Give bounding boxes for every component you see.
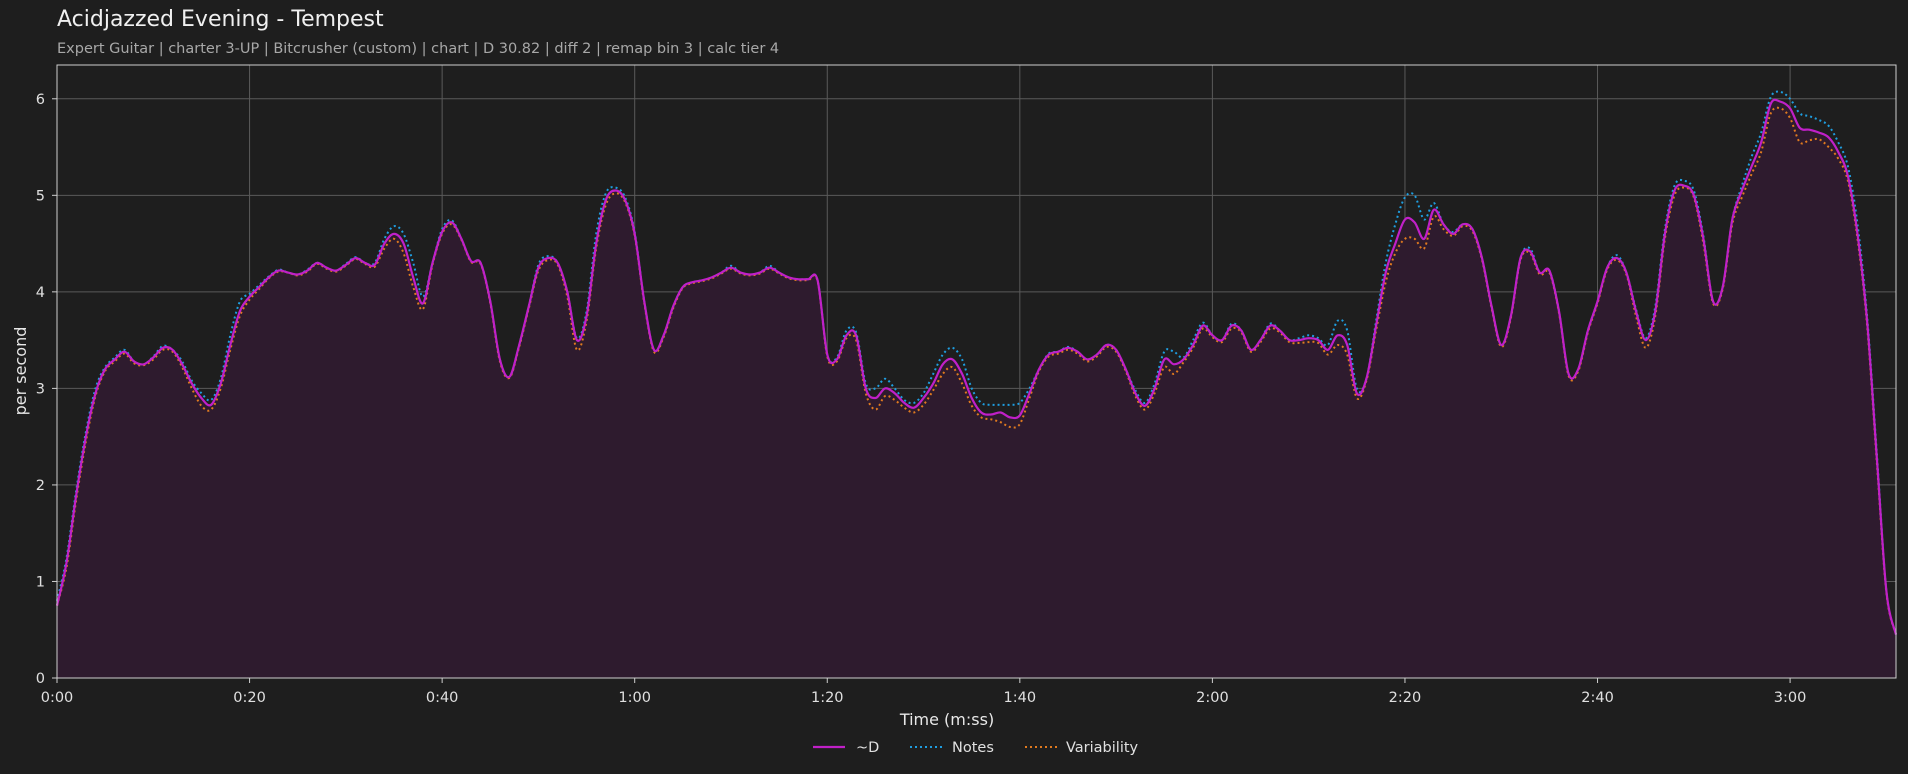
y-tick-label: 3: [36, 381, 45, 397]
x-axis-label: Time (m:ss): [899, 710, 994, 729]
x-tick-label: 2:40: [1581, 690, 1614, 706]
legend-label-d: ~D: [856, 740, 879, 756]
y-tick-label: 1: [36, 574, 45, 590]
x-tick-label: 3:00: [1774, 690, 1807, 706]
legend-label-notes: Notes: [952, 740, 994, 756]
x-tick-label: 1:00: [618, 690, 651, 706]
x-tick-label: 0:00: [41, 690, 74, 706]
y-axis-label: per second: [11, 327, 30, 416]
y-tick-label: 5: [36, 188, 45, 204]
y-tick-label: 4: [36, 285, 45, 301]
x-tick-label: 1:40: [1004, 690, 1037, 706]
y-tick-label: 2: [36, 478, 45, 494]
legend: ~D Notes Variability: [813, 740, 1139, 756]
x-tick-label: 1:20: [811, 690, 844, 706]
legend-label-variability: Variability: [1066, 740, 1139, 756]
x-tick-label: 0:20: [233, 690, 266, 706]
x-axis-ticks: 0:00 0:20 0:40 1:00 1:20 1:40 2:00 2:20 2:40 3:00: [41, 678, 1807, 706]
y-tick-label: 6: [36, 92, 45, 108]
chart-canvas: 0:00 0:20 0:40 1:00 1:20 1:40 2:00 2:20 2:40 3:00…: [11, 64, 1898, 756]
x-tick-label: 0:40: [426, 690, 459, 706]
y-axis-ticks: 0 1 2 3 4 5 6: [36, 92, 57, 687]
x-tick-label: 2:20: [1389, 690, 1422, 706]
y-tick-label: 0: [36, 671, 45, 687]
x-tick-label: 2:00: [1196, 690, 1229, 706]
